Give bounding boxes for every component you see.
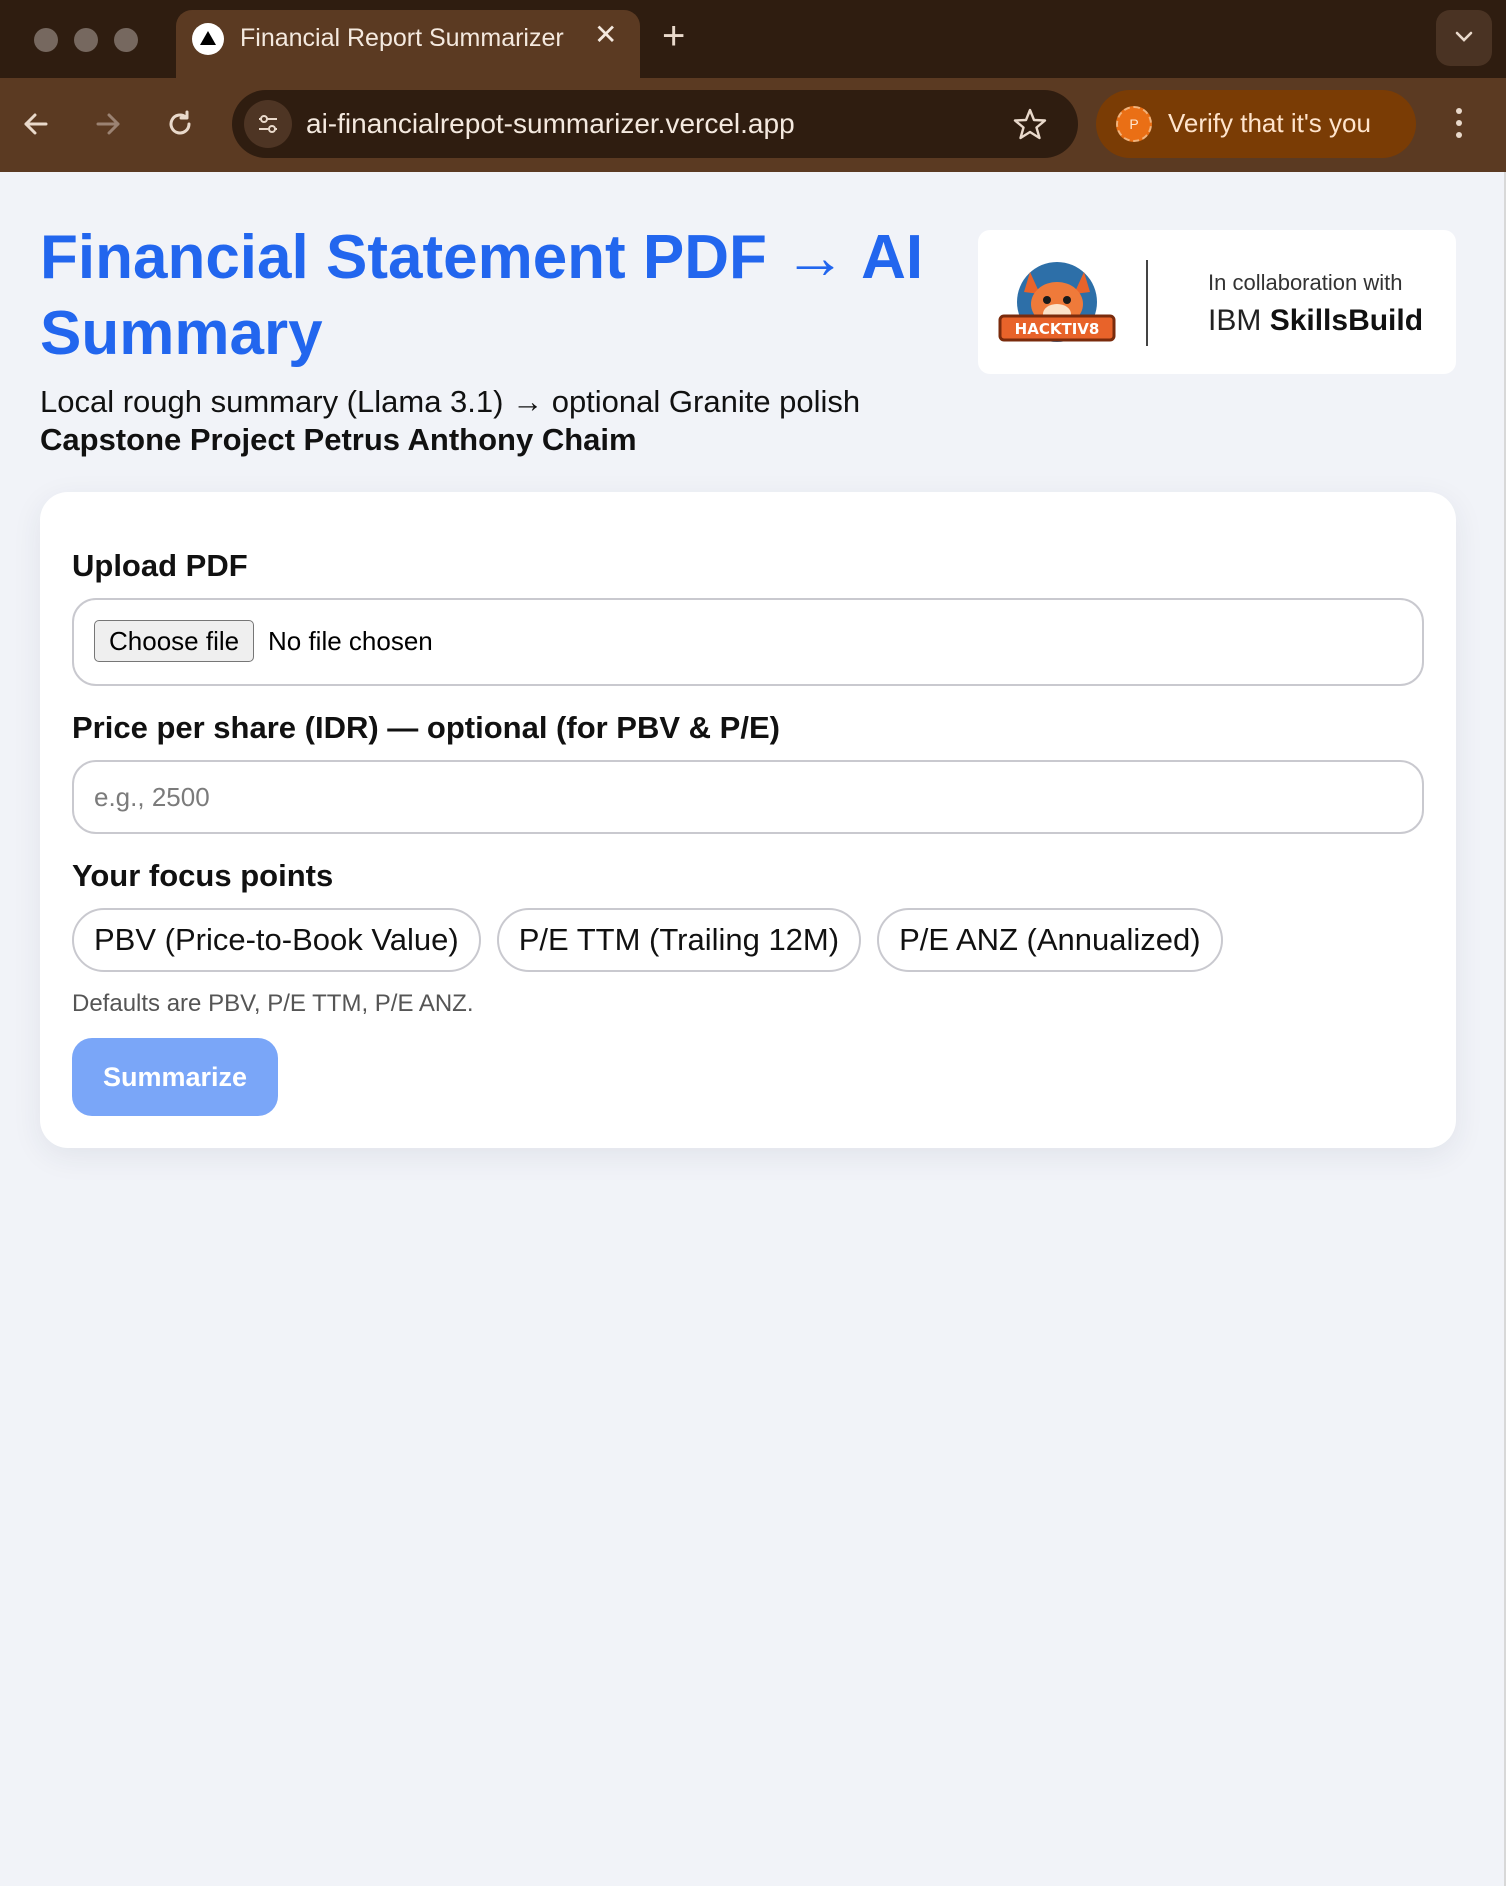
chevron-down-icon xyxy=(1455,31,1473,42)
reload-icon[interactable] xyxy=(162,106,198,142)
window-close-dot[interactable] xyxy=(34,28,58,52)
ibm-skillsbuild-logo: IBM SkillsBuild xyxy=(1208,304,1424,337)
svg-text:HACKTIV8: HACKTIV8 xyxy=(1015,320,1100,338)
verify-identity-button[interactable]: P Verify that it's you xyxy=(1096,90,1416,158)
tab-title: Financial Report Summarizer xyxy=(240,24,564,52)
focus-chip-pe-anz[interactable]: P/E ANZ (Annualized) xyxy=(877,908,1223,972)
logo-divider xyxy=(1146,260,1148,346)
choose-file-button[interactable]: Choose file xyxy=(94,620,255,662)
window-minimize-dot[interactable] xyxy=(74,28,98,52)
hacktiv8-mascot-logo: HACKTIV8 xyxy=(998,262,1116,342)
partner-logo-card: HACKTIV8 In collaboration with IBM Skill… xyxy=(978,230,1456,374)
tab-search-button[interactable] xyxy=(1436,10,1492,66)
defaults-hint: Defaults are PBV, P/E TTM, P/E ANZ. xyxy=(72,990,474,1017)
focus-chip-pbv[interactable]: PBV (Price-to-Book Value) xyxy=(72,908,481,972)
summarizer-form-card: Upload PDF Choose file No file chosen Pr… xyxy=(40,492,1456,1148)
focus-points-group: PBV (Price-to-Book Value) P/E TTM (Trail… xyxy=(72,908,1223,972)
verify-label: Verify that it's you xyxy=(1168,108,1371,138)
browser-tab-bar: Financial Report Summarizer ✕ + xyxy=(0,0,1506,78)
active-tab[interactable]: Financial Report Summarizer ✕ xyxy=(176,10,640,78)
forward-arrow-icon[interactable] xyxy=(90,106,126,142)
page-subtitle: Local rough summary (Llama 3.1) → option… xyxy=(40,384,861,419)
collab-text: In collaboration with xyxy=(1208,270,1403,295)
file-status-text: No file chosen xyxy=(268,626,433,656)
author-line: Capstone Project Petrus Anthony Chaim xyxy=(40,422,637,457)
page-title: Financial Statement PDF → AI Summary xyxy=(40,223,924,368)
price-label: Price per share (IDR) — optional (for PB… xyxy=(72,710,780,745)
site-info-button[interactable] xyxy=(244,100,292,148)
focus-label: Your focus points xyxy=(72,858,334,893)
browser-menu-icon[interactable] xyxy=(1456,108,1464,144)
upload-label: Upload PDF xyxy=(72,548,248,583)
browser-toolbar: ai-financialrepot-summarizer.vercel.app … xyxy=(0,78,1506,172)
new-tab-icon[interactable]: + xyxy=(662,16,685,56)
page-content: Financial Statement PDF → AI Summary Loc… xyxy=(0,172,1504,1886)
focus-chip-pe-ttm[interactable]: P/E TTM (Trailing 12M) xyxy=(496,908,862,972)
window-zoom-dot[interactable] xyxy=(114,28,138,52)
tune-icon xyxy=(259,115,277,133)
pdf-file-input[interactable]: Choose file No file chosen xyxy=(72,598,1424,686)
bookmark-star-icon[interactable] xyxy=(1012,106,1048,142)
profile-avatar: P xyxy=(1116,106,1152,142)
back-arrow-icon[interactable] xyxy=(18,106,54,142)
summarize-button[interactable]: Summarize xyxy=(72,1038,278,1116)
vercel-favicon-icon xyxy=(192,23,224,55)
tab-close-icon[interactable]: ✕ xyxy=(594,21,617,49)
url-text: ai-financialrepot-summarizer.vercel.app xyxy=(306,108,795,139)
address-bar[interactable]: ai-financialrepot-summarizer.vercel.app xyxy=(232,90,1078,158)
price-per-share-input[interactable] xyxy=(72,760,1424,834)
